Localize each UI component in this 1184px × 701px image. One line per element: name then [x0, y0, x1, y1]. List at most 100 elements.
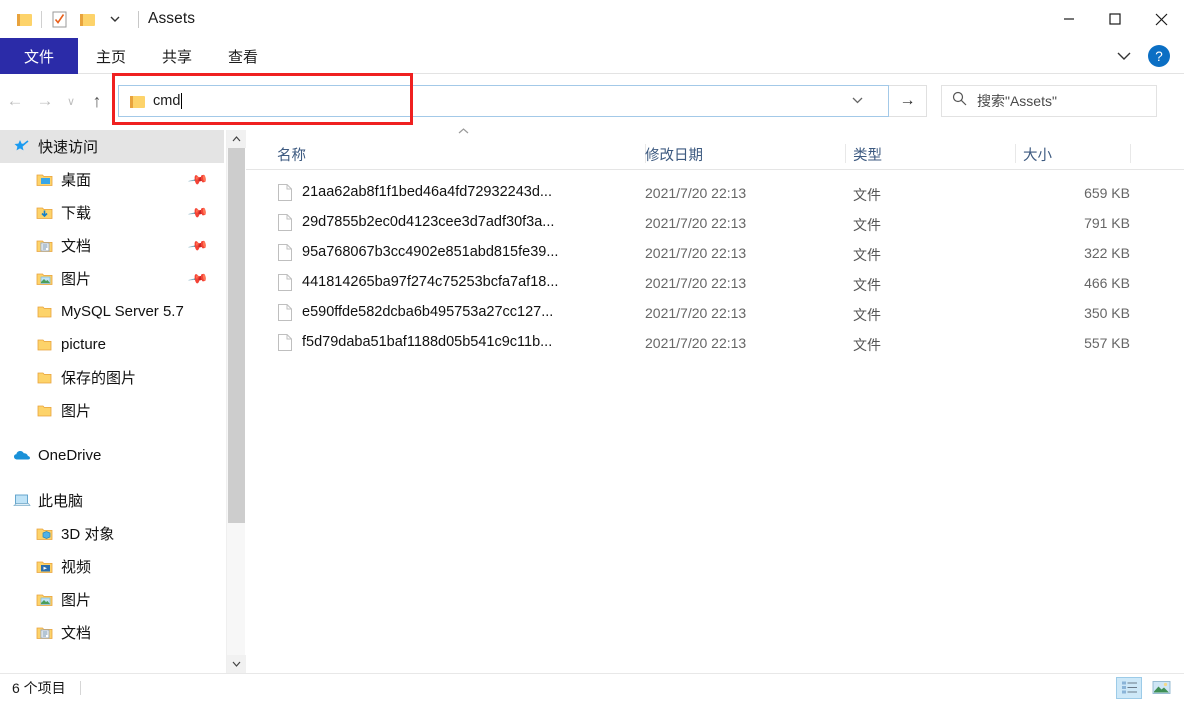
sidebar-item-label: 视频: [61, 559, 92, 576]
new-folder-icon[interactable]: [73, 5, 101, 33]
star-pin-icon: [13, 139, 30, 155]
sort-ascending-icon: [458, 126, 469, 136]
file-explorer-window: Assets 文件 主页 共享 查看 ? ← → ∨ ↑ cmd → 搜索"As…: [0, 0, 1184, 701]
file-date: 2021/7/20 22:13: [645, 215, 747, 231]
sidebar-item-documents-pc[interactable]: 文档: [0, 616, 224, 649]
pin-icon[interactable]: 📌: [187, 168, 209, 190]
search-icon: [952, 91, 967, 111]
sidebar-item-pictures[interactable]: 图片 📌: [0, 262, 224, 295]
minimize-button[interactable]: [1046, 0, 1092, 38]
column-divider[interactable]: [845, 144, 846, 163]
chevron-down-icon[interactable]: [101, 5, 129, 33]
go-button[interactable]: →: [889, 85, 927, 117]
tab-file[interactable]: 文件: [0, 38, 78, 74]
file-date: 2021/7/20 22:13: [645, 185, 747, 201]
pin-icon[interactable]: 📌: [187, 267, 209, 289]
sidebar-item-3d-objects[interactable]: 3D 对象: [0, 517, 224, 550]
folder-icon: [36, 403, 53, 419]
forward-button[interactable]: →: [30, 86, 60, 116]
sidebar-item-label: picture: [61, 336, 107, 353]
sidebar-item-label: 桌面: [61, 172, 92, 189]
file-size: 350 KB: [1084, 305, 1130, 321]
sidebar-item-saved-pictures[interactable]: 保存的图片: [0, 361, 224, 394]
file-type: 文件: [853, 247, 881, 263]
sidebar-item-label: OneDrive: [38, 447, 102, 464]
file-list-pane: 名称 修改日期 类型 大小 21aa62ab8f1f1bed46a4fd7293…: [246, 128, 1184, 673]
item-count-label: 6 个项目: [12, 679, 66, 696]
address-folder-icon: [130, 95, 145, 108]
address-input[interactable]: cmd: [118, 85, 889, 117]
back-button[interactable]: ←: [0, 86, 30, 116]
table-row[interactable]: 21aa62ab8f1f1bed46a4fd72932243d... 2021/…: [246, 178, 1184, 208]
expand-ribbon-chevron-down-icon[interactable]: [1110, 42, 1138, 70]
downloads-folder-icon: [36, 205, 53, 221]
status-divider: [79, 680, 81, 695]
file-name: 29d7855b2ec0d4123cee3d7adf30f3a...: [302, 214, 555, 230]
sidebar-item-label: 此电脑: [38, 493, 84, 510]
sidebar-item-downloads[interactable]: 下载 📌: [0, 196, 224, 229]
table-row[interactable]: 441814265ba97f274c75253bcfa7af18... 2021…: [246, 268, 1184, 298]
large-icons-view-button[interactable]: [1148, 677, 1174, 699]
column-header-name[interactable]: 名称: [277, 144, 306, 165]
file-size: 659 KB: [1084, 185, 1130, 201]
file-name: e590ffde582dcba6b495753a27cc127...: [302, 304, 554, 320]
column-header-date[interactable]: 修改日期: [645, 144, 703, 165]
documents-folder-icon: [36, 625, 53, 641]
details-view-button[interactable]: [1116, 676, 1142, 699]
sidebar-item-mysql-server[interactable]: MySQL Server 5.7: [0, 295, 224, 328]
sidebar-item-onedrive[interactable]: OneDrive: [0, 439, 224, 472]
folder-icon: [36, 370, 53, 386]
sidebar-item-documents[interactable]: 文档 📌: [0, 229, 224, 262]
pin-icon[interactable]: 📌: [187, 201, 209, 223]
search-input[interactable]: 搜索"Assets": [941, 85, 1157, 117]
help-button[interactable]: ?: [1148, 45, 1170, 67]
column-divider[interactable]: [1130, 144, 1131, 163]
recent-locations-button[interactable]: ∨: [60, 86, 82, 116]
table-row[interactable]: e590ffde582dcba6b495753a27cc127... 2021/…: [246, 298, 1184, 328]
folder-icon: [36, 304, 53, 320]
sidebar-scrollbar[interactable]: [226, 130, 246, 673]
pin-icon[interactable]: 📌: [187, 234, 209, 256]
sidebar-item-this-pc[interactable]: 此电脑: [0, 484, 224, 517]
sidebar-item-label: 文档: [61, 238, 92, 255]
sidebar-group-quick-access[interactable]: 快速访问: [0, 130, 224, 163]
quick-access-toolbar: [0, 5, 129, 33]
sidebar-item-pictures-2[interactable]: 图片: [0, 394, 224, 427]
table-row[interactable]: f5d79daba51baf1188d05b541c9c11b... 2021/…: [246, 328, 1184, 358]
file-type: 文件: [853, 337, 881, 353]
file-size: 322 KB: [1084, 245, 1130, 261]
scrollbar-thumb[interactable]: [228, 148, 245, 523]
address-bar-wrapper: cmd: [112, 73, 889, 125]
properties-icon[interactable]: [45, 5, 73, 33]
this-pc-icon: [13, 493, 31, 509]
window-title: Assets: [148, 10, 196, 27]
maximize-button[interactable]: [1092, 0, 1138, 38]
sidebar-item-label: 图片: [61, 271, 92, 288]
sidebar-item-label: MySQL Server 5.7: [61, 303, 184, 320]
ribbon-tabs: 文件 主页 共享 查看 ?: [0, 38, 1184, 74]
pictures-folder-icon: [36, 271, 53, 287]
column-divider[interactable]: [1015, 144, 1016, 163]
up-button[interactable]: ↑: [82, 86, 112, 116]
table-row[interactable]: 95a768067b3cc4902e851abd815fe39... 2021/…: [246, 238, 1184, 268]
close-button[interactable]: [1138, 0, 1184, 38]
column-header-size[interactable]: 大小: [1023, 144, 1052, 165]
desktop-folder-icon: [36, 172, 53, 188]
tab-home[interactable]: 主页: [78, 38, 144, 74]
address-dropdown-chevron-down-icon[interactable]: [852, 95, 863, 107]
folder-icon[interactable]: [10, 5, 38, 33]
scroll-down-icon[interactable]: [227, 655, 246, 673]
sidebar-item-pictures-pc[interactable]: 图片: [0, 583, 224, 616]
column-header-type[interactable]: 类型: [853, 144, 882, 165]
scroll-up-icon[interactable]: [227, 130, 246, 148]
file-icon: [278, 334, 292, 351]
tab-view[interactable]: 查看: [210, 38, 276, 74]
table-row[interactable]: 29d7855b2ec0d4123cee3d7adf30f3a... 2021/…: [246, 208, 1184, 238]
text-caret: [181, 93, 183, 109]
sidebar-item-desktop[interactable]: 桌面 📌: [0, 163, 224, 196]
tab-share[interactable]: 共享: [144, 38, 210, 74]
sidebar-item-picture[interactable]: picture: [0, 328, 224, 361]
sidebar-group-label: 快速访问: [38, 139, 99, 156]
sidebar-item-videos[interactable]: 视频: [0, 550, 224, 583]
window-controls: [1046, 0, 1184, 38]
